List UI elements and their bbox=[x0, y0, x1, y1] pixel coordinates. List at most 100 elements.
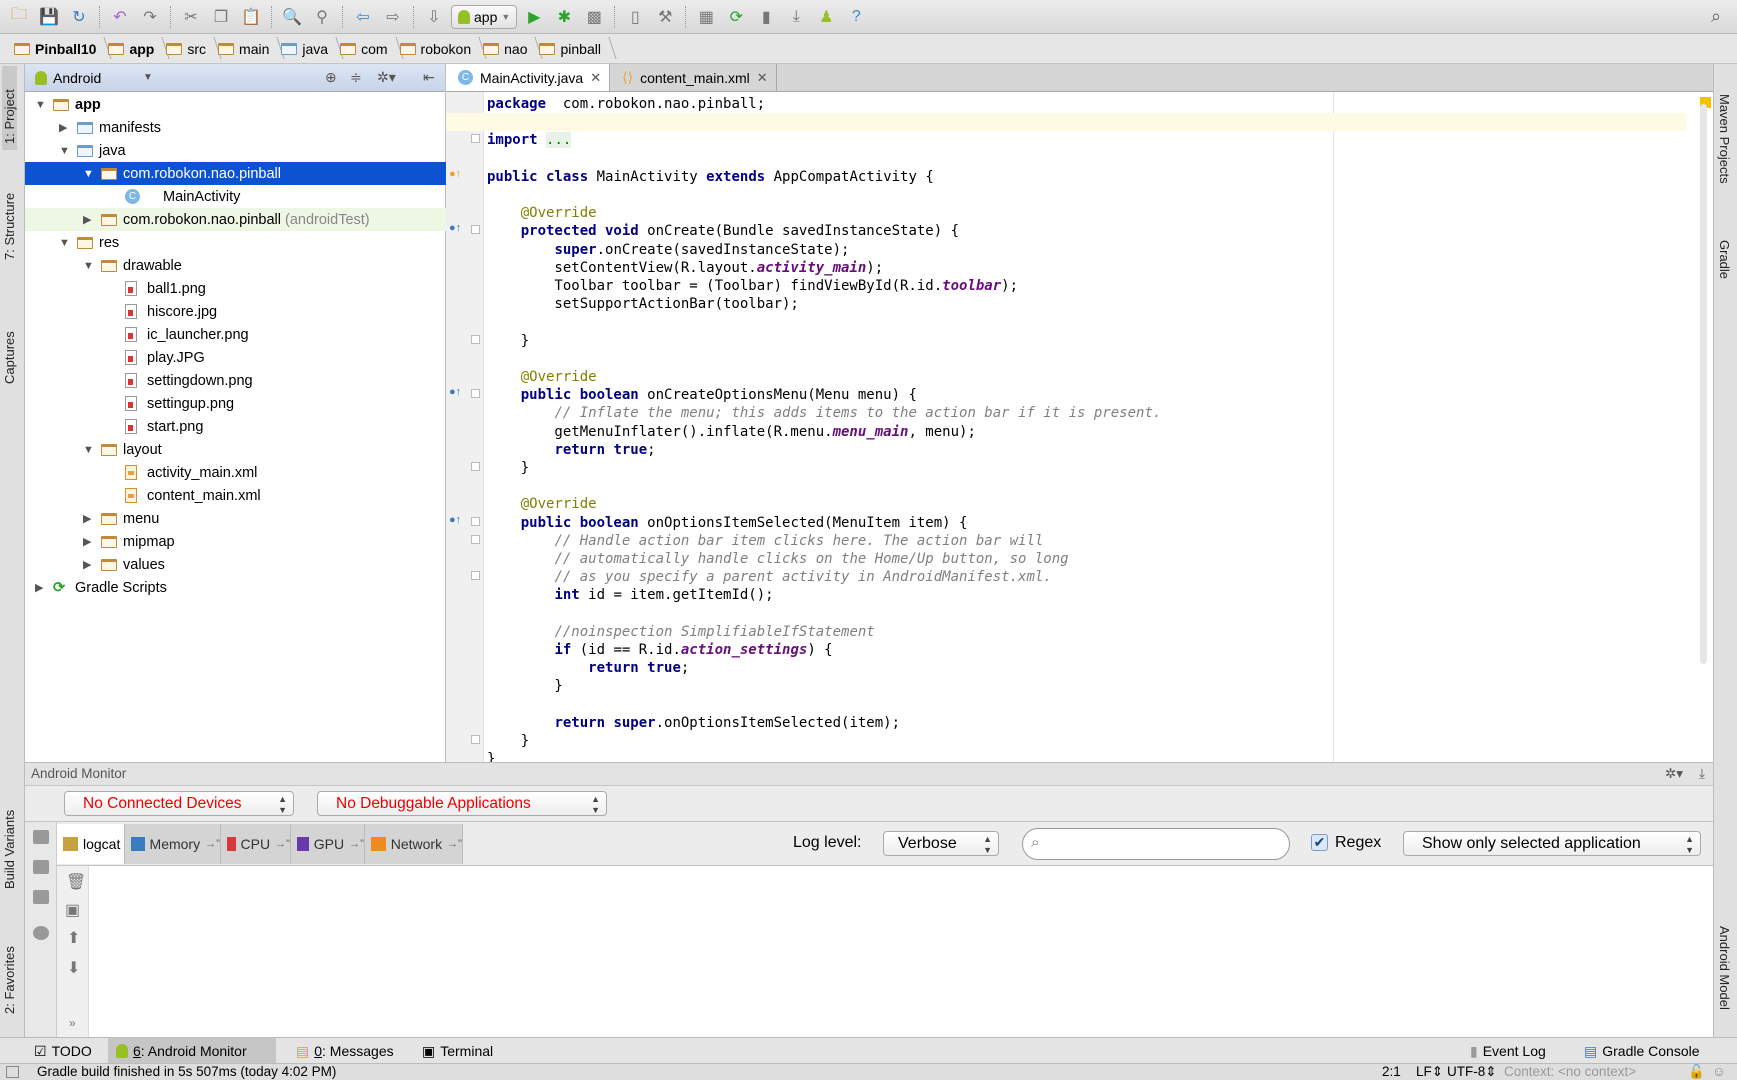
pin-icon[interactable]: →" bbox=[349, 838, 364, 850]
expanded-arrow-icon[interactable]: ▼ bbox=[83, 168, 94, 180]
project-view-selector[interactable]: Android ▼ ⊕ ≑ ✲▾ ⇤ bbox=[25, 64, 445, 92]
sync-icon[interactable]: ↻ bbox=[66, 4, 92, 30]
code-editor[interactable]: C MainActivity.java ✕ ⟨⟩ content_main.xml ✕ ●… bbox=[446, 64, 1713, 762]
attach-icon[interactable]: ▩ bbox=[581, 4, 607, 30]
redo-icon[interactable]: ↷ bbox=[137, 4, 163, 30]
lock-icon[interactable]: 🔓 bbox=[1688, 1064, 1705, 1080]
sdk-download-icon[interactable]: ⤓ bbox=[783, 4, 809, 30]
tree-item[interactable]: settingdown.png bbox=[25, 369, 446, 392]
tree-item[interactable]: ▶ mipmap bbox=[25, 530, 446, 553]
tool-tab-build-variants[interactable]: Build Variants bbox=[2, 789, 17, 889]
run-config-dropdown[interactable]: app ▼ bbox=[451, 4, 518, 29]
breadcrumb-item[interactable]: src bbox=[162, 41, 214, 57]
gradle-sync-icon[interactable]: ⟳ bbox=[723, 4, 749, 30]
caret-position[interactable]: 2:1 bbox=[1382, 1064, 1401, 1080]
device-icon[interactable]: ▯ bbox=[622, 4, 648, 30]
expanded-arrow-icon[interactable]: ▼ bbox=[35, 99, 46, 111]
pin-icon[interactable]: →" bbox=[447, 838, 462, 850]
tree-item[interactable]: ▶ ⟳ Gradle Scripts bbox=[25, 576, 446, 599]
screen-record-icon[interactable] bbox=[33, 860, 49, 874]
tool-tab-gradle[interactable]: Gradle bbox=[1717, 240, 1732, 279]
tool-tab-structure[interactable]: 7: Structure bbox=[2, 164, 17, 260]
hide-panel-icon[interactable]: ⇤ bbox=[423, 69, 435, 86]
up-arrow-icon[interactable]: ⬆ bbox=[67, 928, 80, 948]
breadcrumb-item[interactable]: java bbox=[277, 41, 336, 57]
tree-item[interactable]: hiscore.jpg bbox=[25, 300, 446, 323]
tree-item[interactable]: C MainActivity bbox=[25, 185, 446, 208]
pin-icon[interactable]: →" bbox=[275, 838, 290, 850]
editor-tab[interactable]: C MainActivity.java ✕ bbox=[446, 64, 611, 91]
collapsed-arrow-icon[interactable]: ▶ bbox=[83, 535, 91, 548]
tree-item[interactable]: settingup.png bbox=[25, 392, 446, 415]
close-icon[interactable]: ✕ bbox=[757, 70, 768, 86]
collapse-all-icon[interactable]: ≑ bbox=[350, 69, 362, 86]
filter-dropdown[interactable]: Show only selected application ▲ ▼ bbox=[1403, 831, 1701, 856]
gear-icon[interactable]: ✲▾ bbox=[1665, 763, 1683, 785]
monitor-tab-logcat[interactable]: logcat bbox=[57, 824, 125, 864]
tree-item[interactable]: ic_launcher.png bbox=[25, 323, 446, 346]
tree-item[interactable]: play.JPG bbox=[25, 346, 446, 369]
android-icon[interactable]: ♟ bbox=[813, 4, 839, 30]
tool-tab-project[interactable]: 1: Project bbox=[2, 66, 17, 150]
terminal-button[interactable]: ▣ Terminal bbox=[414, 1038, 501, 1064]
file-encoding[interactable]: UTF-8⇕ bbox=[1447, 1064, 1497, 1080]
tool-tab-android-model[interactable]: Android Model bbox=[1717, 926, 1732, 1010]
collapsed-arrow-icon[interactable]: ▶ bbox=[83, 558, 91, 571]
undo-icon[interactable]: ↶ bbox=[107, 4, 133, 30]
tree-item[interactable]: ▼ res bbox=[25, 231, 446, 254]
tool-tab-favorites[interactable]: 2: Favorites bbox=[2, 924, 17, 1014]
editor-tab[interactable]: ⟨⟩ content_main.xml ✕ bbox=[610, 64, 777, 91]
expanded-arrow-icon[interactable]: ▼ bbox=[59, 237, 70, 249]
expanded-arrow-icon[interactable]: ▼ bbox=[59, 145, 70, 157]
tool-tab-captures[interactable]: Captures bbox=[2, 304, 17, 384]
todo-button[interactable]: ☑ TODO bbox=[26, 1038, 100, 1064]
scroll-from-source-icon[interactable]: ⊕ bbox=[325, 69, 337, 86]
logcat-output[interactable]: 🗑 ▣ ⬆ ⬇ » bbox=[25, 822, 1713, 1037]
project-structure-icon[interactable]: ▦ bbox=[693, 4, 719, 30]
event-log-button[interactable]: ▮ Event Log bbox=[1462, 1038, 1554, 1064]
code-area[interactable]: package com.robokon.nao.pinball; import .… bbox=[446, 92, 1713, 762]
tool-windows-toggle-icon[interactable] bbox=[6, 1066, 19, 1078]
inspector-icon[interactable]: ☺ bbox=[1712, 1064, 1726, 1080]
system-info-icon[interactable] bbox=[33, 890, 49, 904]
expanded-arrow-icon[interactable]: ▼ bbox=[83, 260, 94, 272]
monitor-tab-cpu[interactable]: CPU →" bbox=[221, 824, 291, 864]
debug-icon[interactable]: ✱ bbox=[551, 4, 577, 30]
avd-manager-icon[interactable]: ▮ bbox=[753, 4, 779, 30]
hide-icon[interactable]: ⤓ bbox=[1699, 763, 1705, 785]
device-dropdown[interactable]: No Connected Devices ▲ ▼ bbox=[64, 791, 294, 816]
pin-icon[interactable]: →" bbox=[205, 838, 220, 850]
breadcrumb-item[interactable]: nao bbox=[479, 41, 535, 57]
find-icon[interactable]: 🔍 bbox=[279, 4, 305, 30]
log-level-dropdown[interactable]: Verbose ▲ ▼ bbox=[883, 831, 999, 856]
monitor-tab-memory[interactable]: Memory →" bbox=[125, 824, 221, 864]
forward-icon[interactable]: ⇨ bbox=[380, 4, 406, 30]
down-arrow-icon[interactable]: ⬇ bbox=[67, 958, 80, 978]
context-indicator[interactable]: Context: <no context> bbox=[1504, 1064, 1636, 1080]
line-separator[interactable]: LF⇕ bbox=[1416, 1064, 1443, 1080]
tree-item[interactable]: ▼ drawable bbox=[25, 254, 446, 277]
breadcrumb-item[interactable]: app bbox=[104, 41, 162, 57]
tree-item[interactable]: ▼ java bbox=[25, 139, 446, 162]
tree-item[interactable]: activity_main.xml bbox=[25, 461, 446, 484]
copy-icon[interactable]: ❐ bbox=[208, 4, 234, 30]
tree-item[interactable]: ▼ com.robokon.nao.pinball bbox=[25, 162, 446, 185]
more-icon[interactable]: » bbox=[69, 1016, 76, 1030]
make-project-icon[interactable]: ⇩ bbox=[421, 4, 447, 30]
paste-icon[interactable]: 📋 bbox=[238, 4, 264, 30]
breadcrumb-item[interactable]: robokon bbox=[396, 41, 480, 57]
editor-scrollbar[interactable] bbox=[1700, 104, 1707, 664]
logcat-search-field[interactable]: ⌕ bbox=[1022, 828, 1290, 860]
tree-item[interactable]: ▶ manifests bbox=[25, 116, 446, 139]
collapsed-arrow-icon[interactable]: ▶ bbox=[59, 121, 67, 134]
gear-icon[interactable]: ✲▾ bbox=[377, 69, 396, 86]
gradle-console-button[interactable]: ▤ Gradle Console bbox=[1576, 1038, 1708, 1064]
monitor-tab-gpu[interactable]: GPU →" bbox=[291, 824, 365, 864]
monitor-tab-network[interactable]: Network →" bbox=[365, 824, 463, 864]
tree-item[interactable]: ball1.png bbox=[25, 277, 446, 300]
search-everywhere-icon[interactable]: ⌕ bbox=[1703, 4, 1729, 30]
messages-button[interactable]: ▤ 0: Messages bbox=[288, 1038, 402, 1064]
terminate-icon[interactable] bbox=[33, 926, 49, 940]
open-folder-icon[interactable]: 🗀 bbox=[6, 4, 32, 30]
tree-item[interactable]: ▶ com.robokon.nao.pinball (androidTest) bbox=[25, 208, 446, 231]
